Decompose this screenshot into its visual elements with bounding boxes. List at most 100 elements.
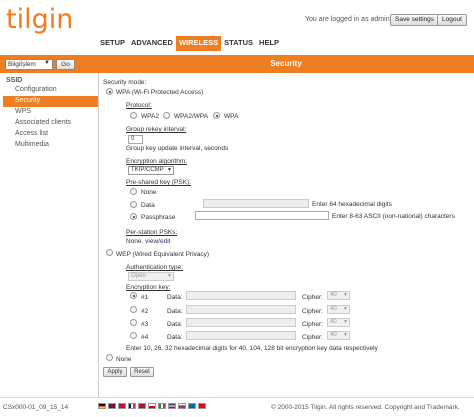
language-flags [98, 403, 206, 409]
chevron-down-icon: ▼ [343, 332, 348, 338]
psk-passphrase-input[interactable] [195, 211, 329, 220]
key3-radio[interactable] [130, 319, 137, 326]
flag-it-icon[interactable] [158, 403, 166, 409]
key3-cipher-select[interactable]: 40 ▼ [327, 318, 350, 327]
copyright: © 2000-2015 Tilgin. All rights reserved.… [271, 404, 460, 411]
tab-help[interactable]: HELP [256, 36, 283, 51]
wep-help: Enter 10, 26, 32 hexadecimal digits for … [126, 345, 378, 352]
key4-cipher-value: 40 [330, 332, 337, 338]
rekey-input[interactable]: 0 [128, 135, 143, 144]
chevron-down-icon: ▼ [167, 167, 172, 173]
apply-button[interactable]: Apply [103, 367, 127, 377]
psk-none-label: None [141, 189, 157, 196]
key3-cipher-label: Cipher: [302, 321, 323, 328]
per-station-label: Per-station PSKs: [126, 229, 178, 236]
protocol-wpa2-radio[interactable] [130, 112, 137, 119]
key1-data-input[interactable] [186, 291, 296, 300]
psk-data-label: Data [141, 202, 155, 209]
auth-type-value: Open [131, 273, 146, 279]
per-station-value: None. view/edit [126, 238, 170, 245]
sidebar-item-configuration[interactable]: Configuration [3, 85, 98, 96]
flag-se-icon[interactable] [188, 403, 196, 409]
chevron-down-icon: ▼ [343, 319, 348, 325]
security-mode-label: Security mode: [103, 79, 147, 86]
key1-radio[interactable] [130, 292, 137, 299]
firmware-version: CSx000-01_09_15_14 [3, 404, 69, 411]
key3-data-input[interactable] [186, 318, 296, 327]
key1-data-label: Data: [167, 294, 183, 301]
sidebar-item-access-list[interactable]: Access list [3, 129, 98, 140]
view-edit-link[interactable]: view/edit [145, 238, 170, 245]
psk-data-radio[interactable] [130, 201, 137, 208]
key4-data-input[interactable] [186, 331, 296, 340]
key1-cipher-value: 40 [330, 292, 337, 298]
key2-data-label: Data: [167, 308, 183, 315]
flag-ru-icon[interactable] [178, 403, 186, 409]
sidebar-item-wps[interactable]: WPS [3, 107, 98, 118]
tab-status[interactable]: STATUS [221, 36, 257, 51]
logout-button[interactable]: Logout [437, 14, 467, 26]
key2-radio[interactable] [130, 306, 137, 313]
ssid-select[interactable]: Bilgiİşlem ▼ [5, 59, 53, 70]
psk-passphrase-radio[interactable] [130, 213, 137, 220]
wpa-radio[interactable] [106, 88, 113, 95]
key1-cipher-label: Cipher: [302, 294, 323, 301]
psk-none-radio[interactable] [130, 188, 137, 195]
tab-advanced[interactable]: ADVANCED [128, 36, 176, 51]
wep-radio[interactable] [106, 249, 113, 256]
tab-setup[interactable]: SETUP [97, 36, 129, 51]
sidebar-item-associated-clients[interactable]: Associated clients [3, 118, 98, 129]
tilgin-logo: tilgin [6, 4, 74, 35]
auth-type-select[interactable]: Open ▼ [128, 272, 174, 281]
wpa-label: WPA (Wi-Fi Protected Access) [116, 89, 204, 96]
key2-cipher-select[interactable]: 40 ▼ [327, 305, 350, 314]
key2-label: #2 [141, 308, 149, 315]
sidebar: SSID Configuration Security WPS Associat… [3, 76, 98, 151]
reset-button[interactable]: Reset [130, 367, 154, 377]
flag-fr-icon[interactable] [128, 403, 136, 409]
key1-cipher-select[interactable]: 40 ▼ [327, 291, 350, 300]
tab-wireless[interactable]: WIRELESS [175, 36, 222, 51]
login-status: You are logged in as admin. [305, 16, 392, 23]
flag-pl-icon[interactable] [148, 403, 156, 409]
save-settings-button[interactable]: Save settings [390, 14, 440, 26]
key4-data-label: Data: [167, 334, 183, 341]
flag-dk-icon[interactable] [118, 403, 126, 409]
flag-nl-icon[interactable] [168, 403, 176, 409]
flag-no-icon[interactable] [138, 403, 146, 409]
psk-passphrase-help: Enter 8-63 ASCII (non-national) characte… [332, 213, 455, 220]
sidebar-item-security[interactable]: Security [3, 96, 98, 107]
key3-label: #3 [141, 321, 149, 328]
enc-key-label: Encryption key: [126, 284, 171, 291]
protocol-label: Protocol: [126, 102, 152, 109]
protocol-wpa-radio[interactable] [213, 112, 220, 119]
key4-cipher-label: Cipher: [302, 334, 323, 341]
psk-label: Pre-shared key (PSK): [126, 179, 192, 186]
key4-label: #4 [141, 334, 149, 341]
encryption-select[interactable]: TKIP/CCMP ▼ [128, 166, 174, 175]
psk-data-help: Enter 64 hexadecimal digits [312, 201, 392, 208]
protocol-wpa2wpa-radio[interactable] [163, 112, 170, 119]
flag-de-icon[interactable] [98, 403, 106, 409]
key3-data-label: Data: [167, 321, 183, 328]
key3-cipher-value: 40 [330, 319, 337, 325]
chevron-down-icon: ▼ [343, 306, 348, 312]
key1-label: #1 [141, 294, 149, 301]
flag-tr-icon[interactable] [198, 403, 206, 409]
none-label: None [116, 356, 132, 363]
none-radio[interactable] [106, 354, 113, 361]
sidebar-item-multimedia[interactable]: Multimedia [3, 140, 98, 151]
per-station-none: None. [126, 238, 144, 245]
key4-cipher-select[interactable]: 40 ▼ [327, 331, 350, 340]
protocol-wpa-label: WPA [224, 113, 239, 120]
key2-data-input[interactable] [186, 305, 296, 314]
go-button[interactable]: Go [56, 59, 75, 70]
psk-data-input[interactable] [203, 199, 309, 208]
ssid-select-value: Bilgiİşlem [8, 61, 36, 68]
chevron-down-icon: ▼ [44, 60, 50, 66]
sidebar-divider [98, 73, 99, 397]
chevron-down-icon: ▼ [343, 292, 348, 298]
flag-uk-icon[interactable] [108, 403, 116, 409]
key4-radio[interactable] [130, 332, 137, 339]
psk-passphrase-label: Passphrase [141, 214, 176, 221]
